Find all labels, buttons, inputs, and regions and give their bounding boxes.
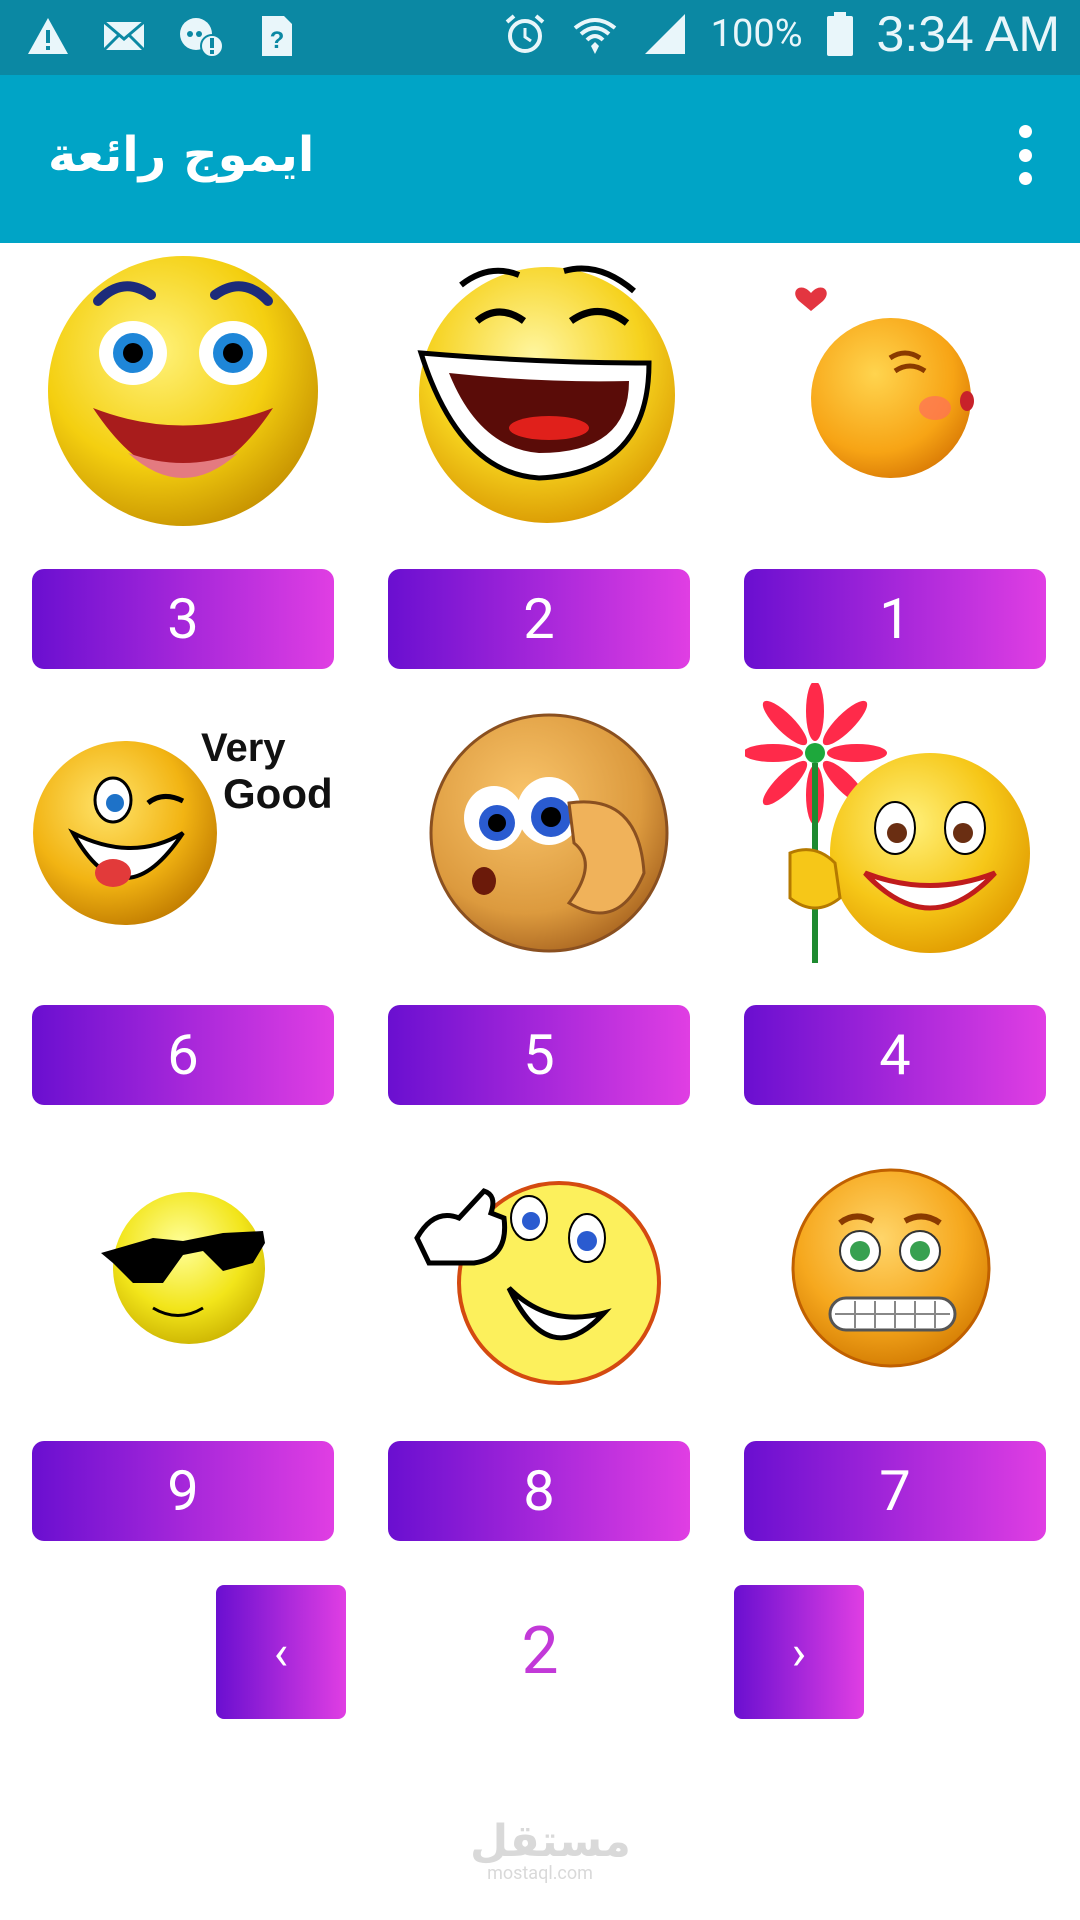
status-bar: ? 100% 3:34 AM [0, 0, 1080, 75]
emoji-image-big-smile[interactable] [32, 243, 334, 533]
big-smile-emoji-icon [48, 256, 318, 526]
watermark-arabic: مستقل [470, 1816, 631, 1867]
warning-icon [28, 18, 68, 54]
next-page-button[interactable]: › [734, 1585, 864, 1719]
status-icons-left: ? [24, 10, 300, 62]
emoji-image-grimacing[interactable] [744, 1123, 1046, 1413]
mail-icon [102, 20, 146, 52]
very-good-wink-emoji-icon: Very Good [33, 726, 333, 925]
battery-icon [826, 12, 853, 56]
emoji-image-thumbs-up[interactable] [388, 1123, 690, 1413]
thumbs-up-emoji-icon [414, 1181, 661, 1385]
flower-smile-emoji-icon [745, 683, 1030, 963]
svg-text:Good: Good [223, 770, 333, 817]
emoji-button-8[interactable]: 8 [388, 1441, 690, 1541]
svg-text:?: ? [270, 27, 285, 54]
emoji-button-9[interactable]: 9 [32, 1441, 334, 1541]
cool-sunglasses-emoji-icon [101, 1192, 265, 1344]
emoji-image-laughing[interactable] [388, 243, 690, 533]
chevron-right-icon: › [791, 1623, 807, 1681]
emoji-button-6[interactable]: 6 [32, 1005, 334, 1105]
app-title: ايموج رائعة [48, 127, 315, 183]
emoji-button-4[interactable]: 4 [744, 1005, 1046, 1105]
emoji-image-shy-blush[interactable] [388, 683, 690, 973]
grimacing-emoji-icon [791, 1168, 991, 1368]
emoji-button-1[interactable]: 1 [744, 569, 1046, 669]
alert-chat-icon [180, 18, 224, 58]
shy-blush-emoji-icon [429, 713, 669, 953]
status-icons-right: 100% 3:34 AM [501, 5, 1060, 63]
app-bar: ايموج رائعة [0, 75, 1080, 243]
chevron-left-icon: ‹ [273, 1623, 289, 1681]
battery-percentage: 100% [710, 12, 803, 56]
more-options-button[interactable] [1010, 125, 1040, 185]
emoji-image-kissing[interactable] [744, 243, 1046, 533]
watermark: مستقل mostaql.com [470, 1816, 631, 1884]
emoji-image-flower-smile[interactable] [744, 683, 1046, 973]
svg-text:Very: Very [201, 726, 286, 770]
emoji-button-3[interactable]: 3 [32, 569, 334, 669]
emoji-button-5[interactable]: 5 [388, 1005, 690, 1105]
emoji-image-cool-sunglasses[interactable] [32, 1123, 334, 1413]
more-vert-icon [1018, 125, 1032, 138]
wifi-icon [573, 18, 616, 54]
help-file-icon: ? [262, 16, 292, 56]
pagination: ‹ 2 › [0, 1585, 1080, 1719]
status-clock: 3:34 AM [876, 6, 1060, 62]
alarm-icon [505, 14, 544, 53]
kissing-emoji-icon [795, 287, 974, 478]
emoji-button-7[interactable]: 7 [744, 1441, 1046, 1541]
emoji-image-very-good-wink[interactable]: Very Good [32, 683, 334, 973]
laughing-emoji-icon [417, 265, 675, 523]
current-page-number: 2 [521, 1613, 559, 1690]
signal-icon [644, 14, 685, 54]
watermark-latin: mostaql.com [487, 1863, 593, 1884]
emoji-button-2[interactable]: 2 [388, 569, 690, 669]
previous-page-button[interactable]: ‹ [216, 1585, 346, 1719]
